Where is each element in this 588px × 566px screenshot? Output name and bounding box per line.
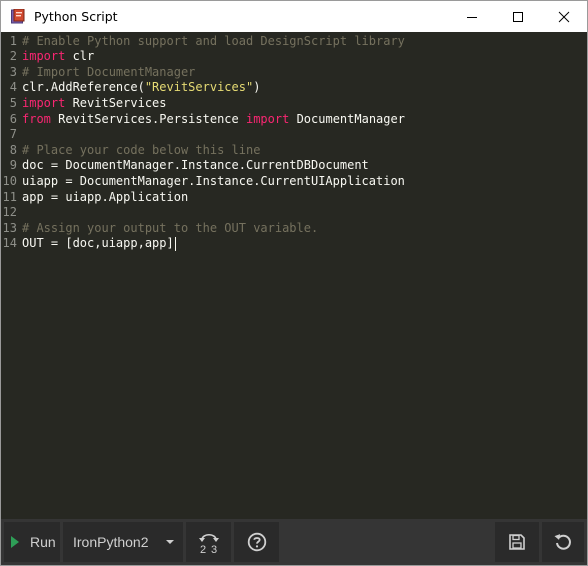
code-token: clr — [65, 49, 95, 64]
code-line: 6 from RevitServices.Persistence import D… — [1, 112, 587, 128]
svg-text:3: 3 — [211, 544, 217, 555]
code-line: 8 # Place your code below this line — [1, 143, 587, 159]
code-token: RevitServices — [65, 96, 167, 110]
code-text: import clr — [22, 49, 94, 65]
code-line: 1 # Enable Python support and load Design… — [1, 34, 587, 50]
migrate-icon: 2 3 — [198, 533, 219, 555]
code-text: # Enable Python support and load DesignS… — [22, 34, 405, 50]
bottom-toolbar: Run IronPython2 2 3 — [1, 519, 587, 565]
code-keyword: from — [22, 111, 51, 126]
python-script-window: Python Script 1 # Enable Python support a… — [0, 0, 588, 566]
run-button[interactable]: Run — [4, 522, 60, 562]
code-comment: # Assign your output to the OUT variable… — [22, 220, 319, 235]
code-keyword: import — [245, 111, 290, 126]
line-number: 8 — [9, 142, 17, 157]
code-keyword: import — [22, 49, 66, 64]
code-text: clr.AddReference("RevitServices") — [22, 80, 260, 96]
python-script-icon — [11, 9, 25, 24]
line-number: 6 — [9, 111, 17, 126]
code-editor[interactable]: 1 # Enable Python support and load Design… — [1, 32, 587, 519]
code-line: 11 app = uiapp.Application — [1, 190, 587, 206]
line-number: 3 — [9, 64, 17, 79]
code-token: clr.AddReference( — [22, 80, 145, 95]
code-line: 13 # Assign your output to the OUT variab… — [1, 221, 587, 237]
line-number: 2 — [9, 49, 17, 64]
code-line: 5 import RevitServices — [1, 96, 587, 112]
close-button[interactable] — [541, 1, 587, 32]
code-token: uiapp = DocumentManager.Instance.Current… — [22, 174, 405, 188]
code-text: app = uiapp.Application — [22, 190, 188, 206]
code-text: # Place your code below this line — [22, 143, 260, 159]
save-icon — [509, 534, 525, 550]
engine-dropdown[interactable]: IronPython2 — [63, 522, 183, 562]
text-caret — [174, 236, 176, 251]
title-bar: Python Script — [1, 1, 587, 32]
caret-down-icon — [166, 540, 174, 544]
line-number: 14 — [2, 236, 17, 251]
line-number: 12 — [2, 205, 17, 220]
code-token: DocumentManager — [289, 111, 405, 126]
minimize-icon — [467, 16, 477, 18]
code-token: ) — [253, 80, 261, 95]
code-text: uiapp = DocumentManager.Instance.Current… — [22, 174, 405, 190]
migrate-button[interactable]: 2 3 — [186, 522, 231, 562]
help-button[interactable] — [234, 522, 279, 562]
close-icon — [558, 11, 570, 22]
code-line: 7 — [1, 127, 587, 143]
line-number: 5 — [9, 96, 17, 110]
minimize-button[interactable] — [449, 1, 495, 32]
code-token: doc = DocumentManager.Instance.CurrentDB… — [22, 158, 369, 173]
code-text: import RevitServices — [22, 96, 167, 112]
line-number: 4 — [9, 80, 17, 95]
code-line: 2 import clr — [1, 49, 587, 65]
code-line: 10 uiapp = DocumentManager.Instance.Curre… — [1, 174, 587, 190]
code-line: 9 doc = DocumentManager.Instance.CurrentD… — [1, 158, 587, 174]
play-icon — [11, 536, 19, 548]
code-text: # Assign your output to the OUT variable… — [22, 221, 318, 237]
code-text: OUT = [doc,uiapp,app] — [22, 236, 176, 252]
revert-icon — [554, 534, 571, 550]
line-number: 10 — [2, 174, 17, 188]
revert-button[interactable] — [542, 522, 584, 562]
window-title: Python Script — [34, 9, 118, 24]
run-label: Run — [30, 534, 56, 550]
code-line: 3 # Import DocumentManager — [1, 65, 587, 81]
code-text: doc = DocumentManager.Instance.CurrentDB… — [22, 158, 369, 174]
code-comment: # Import DocumentManager — [22, 64, 196, 79]
maximize-button[interactable] — [495, 1, 541, 32]
code-token: RevitServices.Persistence — [50, 111, 246, 126]
code-token: app = uiapp.Application — [22, 189, 189, 204]
line-number: 11 — [2, 189, 17, 204]
svg-text:2: 2 — [200, 544, 206, 555]
line-number: 9 — [9, 158, 17, 173]
code-comment: # Place your code below this line — [22, 142, 261, 157]
line-number: 1 — [9, 33, 17, 48]
line-number: 7 — [9, 127, 17, 142]
maximize-icon — [513, 11, 523, 22]
code-token: OUT = [doc,uiapp,app] — [22, 236, 174, 251]
code-line: 4 clr.AddReference("RevitServices") — [1, 80, 587, 96]
line-number: 13 — [2, 220, 17, 235]
help-icon — [247, 532, 266, 552]
code-comment: # Enable Python support and load DesignS… — [22, 33, 405, 48]
code-text: from RevitServices.Persistence import Do… — [22, 112, 405, 128]
code-line: 12 — [1, 205, 587, 221]
code-keyword: import — [22, 96, 66, 110]
engine-selected-value: IronPython2 — [73, 534, 149, 550]
code-line: 14 OUT = [doc,uiapp,app] — [1, 236, 587, 252]
save-button[interactable] — [495, 522, 539, 562]
code-string: "RevitServices" — [144, 80, 254, 95]
code-text: # Import DocumentManager — [22, 65, 195, 81]
